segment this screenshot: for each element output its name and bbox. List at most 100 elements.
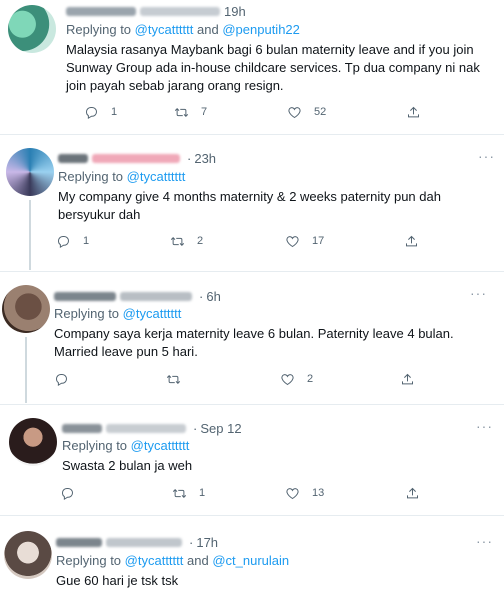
- tweet-header: · 6h: [54, 287, 221, 305]
- share-button[interactable]: [400, 370, 427, 388]
- more-icon[interactable]: ···: [476, 533, 493, 549]
- avatar[interactable]: [2, 285, 50, 333]
- tweet-text: Gue 60 hari je tsk tsk: [56, 573, 179, 588]
- heart-icon: [281, 373, 294, 385]
- more-icon[interactable]: ···: [470, 285, 487, 301]
- heart-icon: [286, 487, 299, 499]
- tweet-actions: 1 13: [60, 484, 500, 502]
- reply-button[interactable]: [60, 484, 95, 502]
- share-button[interactable]: [405, 484, 432, 502]
- replying-to: Replying to @tycatttttt: [58, 169, 186, 184]
- retweet-count: 7: [201, 106, 208, 118]
- heart-icon: [286, 235, 299, 247]
- tweet[interactable]: ··· · 23h Replying to @tycatttttt My com…: [0, 136, 504, 272]
- author-handle[interactable]: [120, 291, 192, 301]
- mention-link[interactable]: @tycatttttt: [125, 553, 184, 568]
- like-button[interactable]: 13: [285, 484, 324, 502]
- reply-button[interactable]: 1: [84, 103, 119, 121]
- tweet-time[interactable]: Sep 12: [200, 421, 241, 436]
- tweet-header: · Sep 12: [62, 419, 242, 437]
- reply-icon: [86, 106, 97, 119]
- separator-dot: ·: [189, 534, 194, 550]
- reply-button[interactable]: 1: [56, 232, 91, 250]
- like-button[interactable]: 2: [280, 370, 315, 388]
- avatar[interactable]: [4, 531, 52, 579]
- reply-count: 1: [83, 235, 90, 247]
- author-name[interactable]: [62, 423, 102, 433]
- like-count: 13: [312, 487, 325, 499]
- like-count: 52: [314, 106, 327, 118]
- separator-dot: ·: [199, 288, 204, 304]
- like-button[interactable]: 52: [287, 103, 326, 121]
- retweet-button[interactable]: [166, 370, 201, 388]
- reply-icon: [62, 487, 73, 500]
- replying-to: Replying to @tycatttttt and @penputih22: [66, 22, 300, 37]
- like-button[interactable]: 17: [285, 232, 324, 250]
- replying-to: Replying to @tycatttttt: [54, 306, 182, 321]
- share-icon: [402, 373, 413, 384]
- share-icon: [407, 487, 418, 498]
- tweet-text: Malaysia rasanya Maybank bagi 6 bulan ma…: [66, 42, 480, 93]
- avatar[interactable]: [6, 148, 54, 196]
- mention-link[interactable]: @tycatttttt: [127, 169, 186, 184]
- reply-count: 1: [111, 106, 118, 118]
- tweet-text: My company give 4 months maternity & 2 w…: [58, 189, 441, 222]
- tweet-time[interactable]: 19h: [224, 4, 246, 19]
- tweet-actions: 1 2 17: [56, 232, 496, 250]
- tweet-time[interactable]: 6h: [206, 289, 220, 304]
- tweet-text: Swasta 2 bulan ja weh: [62, 458, 193, 473]
- share-icon: [408, 106, 419, 117]
- author-handle[interactable]: [106, 537, 182, 547]
- author-handle[interactable]: [106, 423, 186, 433]
- tweet[interactable]: ··· · 17h Replying to @tycatttttt and @c…: [0, 517, 504, 600]
- tweet-actions: 1 7 52: [84, 103, 504, 121]
- tweet-header: · 17h: [56, 533, 218, 551]
- reply-button[interactable]: [54, 370, 89, 388]
- retweet-icon: [172, 488, 187, 498]
- mention-link[interactable]: @penputih22: [222, 22, 300, 37]
- separator-dot: ·: [193, 420, 198, 436]
- tweet[interactable]: ··· · 6h Replying to @tycatttttt Company…: [0, 273, 504, 405]
- separator-dot: ·: [187, 150, 192, 166]
- like-count: 2: [307, 373, 314, 385]
- author-name[interactable]: [66, 6, 136, 16]
- avatar[interactable]: [8, 5, 56, 53]
- retweet-icon: [170, 236, 185, 246]
- like-count: 17: [312, 235, 325, 247]
- mention-link[interactable]: @tycatttttt: [131, 438, 190, 453]
- reply-icon: [58, 235, 69, 248]
- mention-link[interactable]: @tycatttttt: [135, 22, 194, 37]
- retweet-icon: [166, 374, 181, 384]
- author-name[interactable]: [54, 291, 116, 301]
- mention-link[interactable]: @tycatttttt: [123, 306, 182, 321]
- retweet-button[interactable]: 2: [170, 232, 205, 250]
- tweet-header: 19h: [66, 2, 246, 20]
- heart-icon: [288, 106, 301, 118]
- tweet[interactable]: 19h Replying to @tycatttttt and @penputi…: [0, 0, 504, 135]
- mention-link[interactable]: @ct_nurulain: [212, 553, 289, 568]
- thread-line: [29, 200, 31, 270]
- share-button[interactable]: [406, 103, 433, 121]
- share-icon: [406, 235, 417, 246]
- avatar[interactable]: [9, 418, 57, 466]
- tweet-text: Company saya kerja maternity leave 6 bul…: [54, 326, 454, 359]
- author-handle[interactable]: [92, 153, 180, 163]
- replying-to: Replying to @tycatttttt and @ct_nurulain: [56, 553, 290, 568]
- reply-icon: [56, 373, 67, 386]
- author-handle[interactable]: [140, 6, 220, 16]
- tweet[interactable]: ··· · Sep 12 Replying to @tycatttttt Swa…: [0, 406, 504, 516]
- replying-to: Replying to @tycatttttt: [62, 438, 190, 453]
- retweet-count: 1: [199, 487, 206, 499]
- retweet-button[interactable]: 1: [172, 484, 207, 502]
- tweet-actions: 2: [54, 370, 494, 388]
- more-icon[interactable]: ···: [478, 148, 495, 164]
- tweet-time[interactable]: 23h: [194, 151, 216, 166]
- tweet-header: · 23h: [58, 149, 216, 167]
- share-button[interactable]: [404, 232, 431, 250]
- retweet-icon: [174, 107, 189, 117]
- more-icon[interactable]: ···: [476, 418, 493, 434]
- retweet-button[interactable]: 7: [174, 103, 209, 121]
- author-name[interactable]: [56, 537, 102, 547]
- tweet-time[interactable]: 17h: [196, 535, 218, 550]
- author-name[interactable]: [58, 153, 88, 163]
